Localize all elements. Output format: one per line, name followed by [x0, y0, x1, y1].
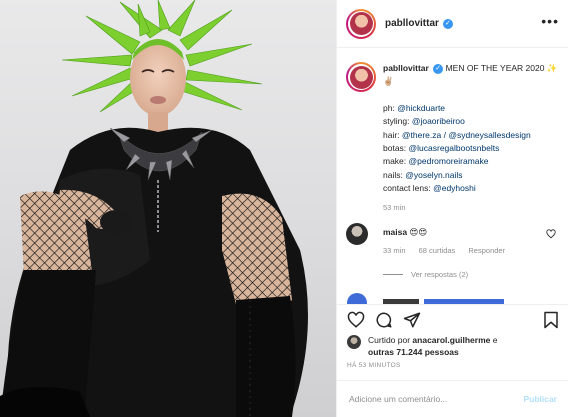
reply-button[interactable]: Responder: [468, 246, 505, 255]
right-boot: [236, 296, 296, 417]
mention-link[interactable]: @hickduarte: [397, 103, 445, 113]
liked-by-prefix: Curtido por: [368, 335, 413, 345]
credit-line: botas: @lucasregalbootsnbelts: [383, 143, 500, 154]
view-replies-button[interactable]: Ver respostas (2): [383, 270, 468, 279]
mention-link[interactable]: @lucasregalbootsnbelts: [409, 143, 500, 153]
caption-avatar[interactable]: [346, 62, 376, 92]
author-username[interactable]: pabllovittar: [385, 18, 439, 29]
action-bar: [337, 304, 568, 334]
credit-line: nails: @yoselyn.nails: [383, 169, 463, 180]
comment-icon[interactable]: [375, 311, 393, 329]
heart-icon[interactable]: [347, 311, 365, 329]
credit-line: make: @pedromoreiramake: [383, 156, 489, 167]
post-timestamp[interactable]: HÁ 53 MINUTOS: [347, 362, 401, 369]
liked-by[interactable]: Curtido por anacarol.guilherme e outras …: [347, 334, 497, 358]
credit-line: ph: @hickduarte: [383, 102, 446, 113]
comment-item: maisa 😍😍 33 min 68 curtidas Responder: [346, 223, 562, 263]
likes-count[interactable]: outras 71.244 pessoas: [368, 347, 459, 357]
credit-line: styling: @joaoribeiroo: [383, 116, 465, 127]
verified-badge-icon: ✓: [433, 63, 444, 74]
mention-link[interactable]: @pedromoreiramake: [409, 156, 489, 166]
comment-time[interactable]: 33 min: [383, 246, 406, 255]
comment-input[interactable]: [349, 394, 524, 404]
liker-avatar[interactable]: [347, 335, 361, 349]
post-side-panel: pabllovittar ✓ ••• pabllovittar ✓ MEN OF…: [336, 0, 568, 417]
mention-link[interactable]: @joaoribeiroo: [412, 116, 465, 126]
liker-username[interactable]: anacarol.guilherme: [412, 335, 490, 345]
add-comment-bar: Publicar: [337, 380, 568, 417]
post-comment-button[interactable]: Publicar: [523, 394, 557, 404]
post-image-illustration: [0, 0, 308, 417]
post-photo[interactable]: [0, 0, 336, 417]
caption-time[interactable]: 53 min: [383, 203, 562, 212]
credit-line: contact lens: @edyhoshi: [383, 183, 476, 194]
mention-link[interactable]: @edyhoshi: [433, 183, 476, 193]
commenter-username[interactable]: maisa: [383, 227, 407, 237]
bookmark-icon[interactable]: [543, 311, 559, 329]
heart-icon[interactable]: [546, 229, 556, 239]
next-comment-partial: [347, 293, 504, 304]
caption-credits: ph: @hickduarte styling: @joaoribeiroo h…: [383, 102, 562, 196]
caption: pabllovittar ✓ MEN OF THE YEAR 2020 ✨✌🏼 …: [346, 62, 562, 212]
comment-likes[interactable]: 68 curtidas: [419, 246, 456, 255]
comments-area[interactable]: pabllovittar ✓ MEN OF THE YEAR 2020 ✨✌🏼 …: [337, 48, 568, 304]
comment-text: 😍😍: [409, 227, 428, 237]
post-header: pabllovittar ✓ •••: [337, 0, 568, 48]
verified-badge-icon: ✓: [442, 18, 453, 29]
author-avatar[interactable]: [346, 8, 376, 39]
credit-line: hair: @there.za / @sydneysallesdesign: [383, 129, 531, 140]
share-icon[interactable]: [403, 311, 421, 329]
mention-link[interactable]: @yoselyn.nails: [405, 170, 462, 180]
mention-link[interactable]: @there.za / @sydneysallesdesign: [402, 130, 531, 140]
caption-text: pabllovittar ✓ MEN OF THE YEAR 2020 ✨✌🏼 …: [383, 62, 562, 196]
caption-username[interactable]: pabllovittar: [383, 63, 429, 73]
commenter-avatar[interactable]: [346, 223, 368, 245]
more-options-icon[interactable]: •••: [541, 14, 559, 28]
